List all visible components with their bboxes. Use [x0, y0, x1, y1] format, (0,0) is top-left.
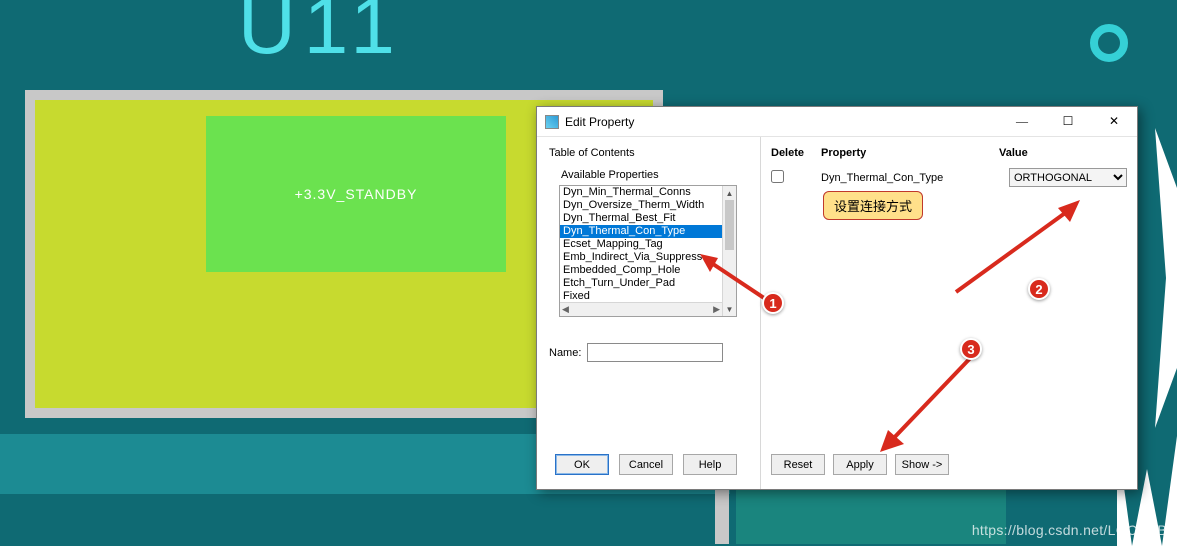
panel-property-values: Delete Property Value Dyn_Thermal_Con_Ty… [761, 137, 1137, 489]
panel-table-of-contents: Table of Contents Available Properties D… [537, 137, 761, 489]
header-value: Value [999, 147, 1127, 159]
list-item[interactable]: Ecset_Mapping_Tag [560, 238, 722, 251]
pcb-refdes: U11 [238, 0, 403, 72]
header-property: Property [821, 147, 999, 159]
bg-silkscreen-n [1155, 128, 1177, 428]
cancel-button[interactable]: Cancel [619, 454, 673, 475]
dialog-titlebar[interactable]: Edit Property — ☐ ✕ [537, 107, 1137, 137]
annotation-marker-3: 3 [960, 338, 982, 360]
maximize-button[interactable]: ☐ [1045, 107, 1091, 136]
list-item[interactable]: Dyn_Oversize_Therm_Width [560, 199, 722, 212]
toc-heading: Table of Contents [549, 147, 748, 159]
annotation-callout: 设置连接方式 [823, 191, 923, 220]
show-button[interactable]: Show -> [895, 454, 949, 475]
watermark-text: https://blog.csdn.net/LGCPCB [972, 522, 1167, 538]
list-item[interactable]: Etch_Turn_Under_Pad [560, 277, 722, 290]
list-item[interactable]: Emb_Indirect_Via_Suppress [560, 251, 722, 264]
value-dropdown[interactable]: ORTHOGONAL [1009, 168, 1127, 187]
annotation-marker-1: 1 [762, 292, 784, 314]
name-label: Name: [549, 347, 581, 359]
close-button[interactable]: ✕ [1091, 107, 1137, 136]
help-button[interactable]: Help [683, 454, 737, 475]
app-icon [545, 115, 559, 129]
dialog-title: Edit Property [565, 115, 634, 129]
scroll-up-icon[interactable]: ▲ [723, 186, 736, 200]
listbox-vscrollbar[interactable]: ▲ ▼ [722, 186, 736, 316]
list-item[interactable]: Dyn_Min_Thermal_Conns [560, 186, 722, 199]
list-item[interactable]: Embedded_Comp_Hole [560, 264, 722, 277]
apply-button[interactable]: Apply [833, 454, 887, 475]
available-properties-label: Available Properties [561, 169, 748, 181]
reset-button[interactable]: Reset [771, 454, 825, 475]
list-item[interactable]: Dyn_Thermal_Best_Fit [560, 212, 722, 225]
name-input[interactable] [587, 343, 723, 362]
scroll-thumb[interactable] [725, 200, 734, 250]
pcb-ring-icon [1090, 24, 1128, 62]
property-name-cell: Dyn_Thermal_Con_Type [821, 172, 1009, 184]
listbox-hscrollbar[interactable]: ◀▶ [560, 302, 722, 316]
annotation-marker-2: 2 [1028, 278, 1050, 300]
ok-button[interactable]: OK [555, 454, 609, 475]
list-item[interactable]: Dyn_Thermal_Con_Type [560, 225, 722, 238]
pcb-shape-net: +3.3V_STANDBY [206, 116, 506, 272]
available-properties-listbox[interactable]: Dyn_Min_Thermal_ConnsDyn_Oversize_Therm_… [559, 185, 737, 317]
header-delete: Delete [771, 147, 821, 159]
property-row: Dyn_Thermal_Con_Type ORTHOGONAL [771, 166, 1127, 189]
edit-property-dialog: Edit Property — ☐ ✕ Table of Contents Av… [536, 106, 1138, 490]
scroll-down-icon[interactable]: ▼ [723, 302, 736, 316]
minimize-button[interactable]: — [999, 107, 1045, 136]
delete-checkbox[interactable] [771, 170, 784, 183]
